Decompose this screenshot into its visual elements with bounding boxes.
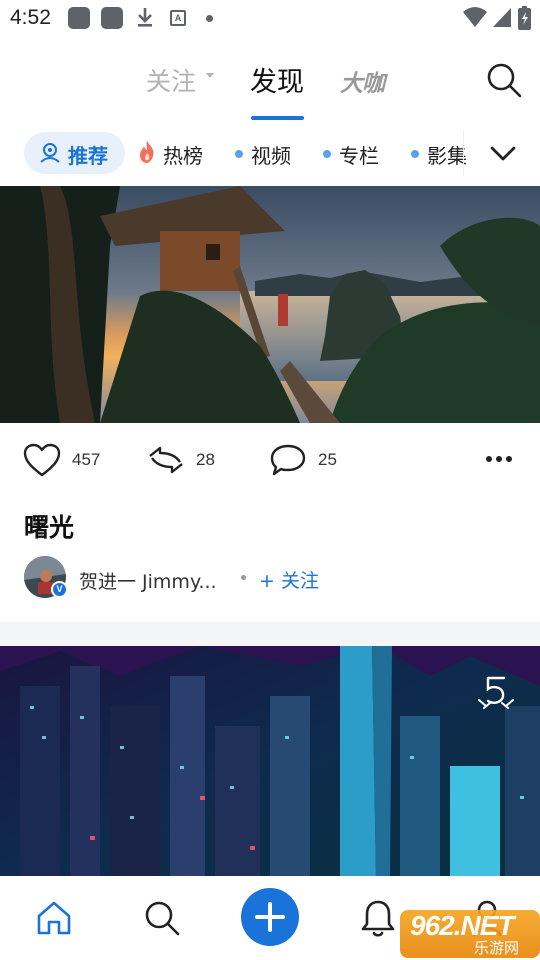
a-icon: A [170,10,186,26]
chip-label: 推荐 [68,144,108,168]
dot-icon [323,150,331,158]
chip-column[interactable]: 专栏 [339,140,379,169]
notification-app-icon [101,7,123,29]
chip-hot[interactable]: 热榜 [163,140,203,169]
download-icon [138,8,152,27]
wifi-icon [463,7,487,27]
recommend-icon [40,143,60,163]
more-options-icon[interactable] [484,446,514,472]
follow-button[interactable]: + 关注 [259,566,319,593]
post-image[interactable] [0,646,540,878]
battery-icon [518,6,531,30]
category-bar: 推荐 热榜 视频 专栏 影集 [0,126,540,180]
post-image[interactable] [0,186,540,423]
status-bar: 4:52 A [0,0,540,36]
flame-icon [140,141,154,163]
comment-icon[interactable] [268,442,308,478]
add-icon[interactable] [241,888,299,946]
chip-recommend[interactable]: 推荐 [24,132,125,174]
bell-icon[interactable] [360,898,396,938]
home-icon[interactable] [34,898,74,938]
caret-down-icon [206,73,214,78]
dot-icon [235,150,243,158]
share-count: 28 [196,450,215,469]
author-row: V 贺进一 Jimmy... + 关注 [24,556,524,600]
chips-divider [456,130,464,176]
watermark-subtext: 乐游网 [474,939,520,957]
site-watermark: 962.NET 乐游网 [400,910,540,958]
feed-divider [0,622,540,646]
author-name[interactable]: 贺进一 Jimmy... [79,567,217,594]
tab-follow[interactable]: 关注 [146,62,196,98]
active-tab-indicator [251,116,304,120]
dot-icon [206,15,213,22]
night-city-skyscrapers-photo [0,646,540,878]
status-time: 4:52 [10,6,51,29]
like-count: 457 [72,450,101,469]
post-title[interactable]: 曙光 [24,508,74,544]
chip-video[interactable]: 视频 [251,140,291,169]
separator-dot [241,575,246,580]
five-award-icon [478,676,514,709]
dot-icon [411,150,419,158]
verified-badge: V [51,581,68,598]
comment-count: 25 [318,450,337,469]
tab-daka[interactable]: 大咖 [340,64,385,98]
notification-app-icon [68,7,90,29]
search-icon[interactable] [142,898,182,938]
signal-icon [493,8,511,27]
share-icon[interactable] [146,442,186,478]
tab-discover[interactable]: 发现 [250,60,304,99]
post-actions: 457 28 25 [0,436,540,486]
search-icon[interactable] [484,60,524,100]
heart-icon[interactable] [22,442,62,478]
chevron-down-icon[interactable] [488,140,518,166]
treehouse-sunset-coast-photo [0,186,540,423]
top-header: 关注 发现 大咖 [0,40,540,120]
